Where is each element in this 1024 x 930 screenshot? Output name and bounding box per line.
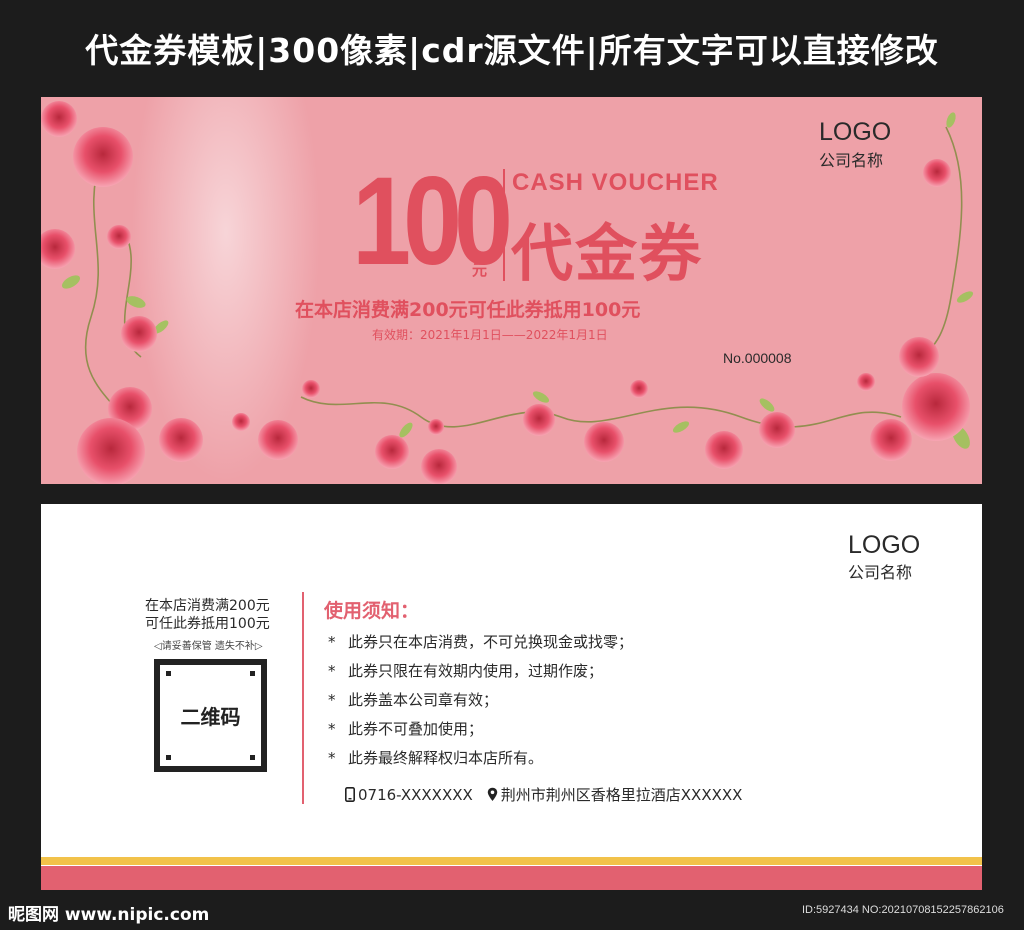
rule-item: * 此券盖本公司章有效； [328,691,499,709]
qr-corner-mark [250,755,255,760]
usage-rules-title: 使用须知： [324,600,420,622]
offer-line-1: 在本店消费满200元 [145,598,270,614]
qr-label: 二维码 [180,705,241,729]
image-id-watermark: ID:5927434 NO:20210708152257862106 [802,904,1004,916]
usage-rules-list: * 此券只在本店消费，不可兑换现金或找零； * 此券只限在有效期内使用，过期作废； … [328,628,633,773]
company-name: 公司名称 [819,151,884,170]
offer-line-2: 可任此券抵用100元 [145,616,270,632]
phone-icon [345,787,355,802]
banner-title: 代金券模板|300像素|cdr源文件|所有文字可以直接修改 [85,31,939,70]
qr-corner-mark [166,671,171,676]
location-pin-icon [487,787,497,801]
yellow-stripe [41,857,982,865]
rule-item: * 此券只在本店消费，不可兑换现金或找零； [328,633,634,651]
offer-text: 在本店消费满200元可任此券抵用100元 [295,299,641,321]
voucher-back: LOGO 公司名称 在本店消费满200元 可任此券抵用100元 ◁请妥善保管 遗… [41,504,982,890]
site-watermark: 昵图网 www.nipic.com [8,905,210,925]
qr-corner-mark [166,755,171,760]
voucher-title: 代金券 [511,217,704,290]
top-banner: 代金券模板|300像素|cdr源文件|所有文字可以直接修改 [0,0,1024,96]
rule-item: * 此券只限在有效期内使用，过期作废； [328,662,604,680]
address-contact: 荆州市荆州区香格里拉酒店XXXXXX [487,784,743,805]
back-divider [302,592,304,804]
company-name: 公司名称 [848,563,913,582]
phone-contact: 0716-XXXXXXX [345,786,473,804]
serial-number: No.000008 [723,350,792,366]
cash-voucher-label: CASH VOUCHER [512,169,719,196]
keep-safe-hint: ◁请妥善保管 遗失不补▷ [154,641,263,652]
rule-item: * 此券最终解释权归本店所有。 [328,749,544,767]
amount-unit: 元 [472,261,488,279]
validity-period: 有效期：2021年1月1日——2022年1月1日 [372,328,608,342]
title-divider [503,169,505,281]
qr-corner-mark [250,671,255,676]
pink-stripe [41,866,982,890]
address: 荆州市荆州区香格里拉酒店XXXXXX [500,786,743,804]
logo: LOGO [848,531,921,559]
rule-item: * 此券不可叠加使用； [328,720,484,738]
phone-number: 0716-XXXXXXX [358,785,473,804]
poster-canvas: 代金券模板|300像素|cdr源文件|所有文字可以直接修改 100 元 CASH… [0,0,1024,930]
voucher-front: 100 元 CASH VOUCHER 代金券 在本店消费满200元可任此券抵用1… [41,97,982,484]
back-offer-text: 在本店消费满200元 可任此券抵用100元 [145,597,270,633]
qr-code-placeholder: 二维码 [154,659,267,772]
logo: LOGO [819,118,892,146]
contact-info: 0716-XXXXXXX 荆州市荆州区香格里拉酒店XXXXXX [345,784,756,805]
